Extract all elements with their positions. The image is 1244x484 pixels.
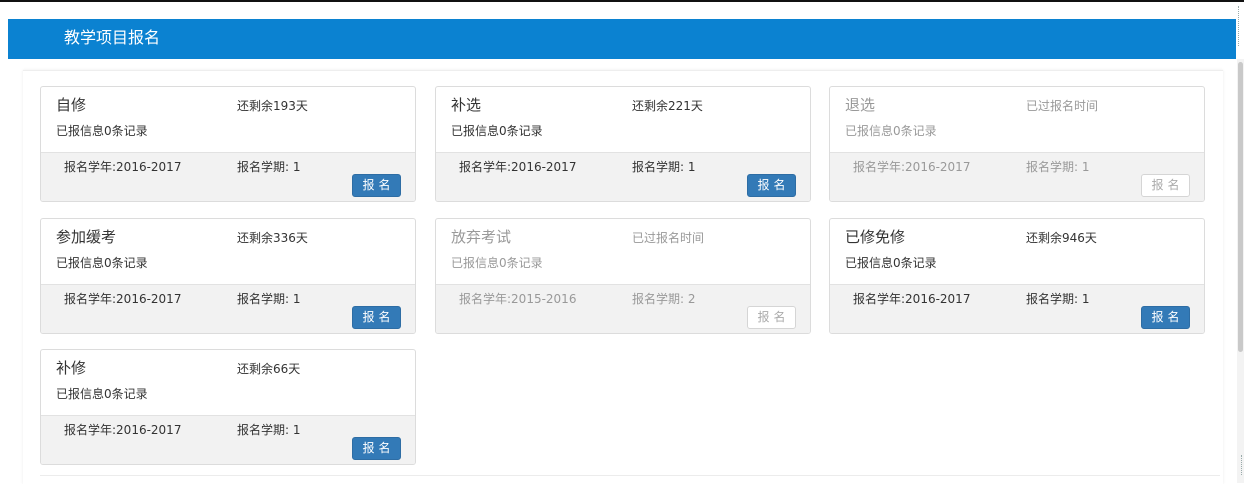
register-button[interactable]: 报名 <box>352 437 401 460</box>
top-rule <box>0 0 1244 2</box>
remaining-days: 还剩余221天 <box>632 99 703 113</box>
registration-info: 已报信息0条记录 <box>56 387 148 401</box>
card-footer: 报名学年:2015-2016 报名学期: 2 报名 <box>436 284 810 333</box>
registration-term: 报名学期: 2 <box>632 292 696 306</box>
window-edge <box>1238 6 1242 46</box>
registration-year: 报名学年:2016-2017 <box>853 292 971 306</box>
page-header: 教学项目报名 <box>8 19 1236 59</box>
registration-term: 报名学期: 1 <box>1026 292 1090 306</box>
registration-info: 已报信息0条记录 <box>451 124 543 138</box>
project-name: 补修 <box>56 359 87 377</box>
registration-term: 报名学期: 1 <box>237 423 301 437</box>
project-card-exemption: 已修免修 还剩余946天 已报信息0条记录 报名学年:2016-2017 报名学… <box>829 218 1205 334</box>
registration-term: 报名学期: 1 <box>237 292 301 306</box>
registration-term: 报名学期: 1 <box>1026 160 1090 174</box>
project-card-supplementary-selection: 补选 还剩余221天 已报信息0条记录 报名学年:2016-2017 报名学期:… <box>435 86 811 202</box>
registration-info: 已报信息0条记录 <box>56 256 148 270</box>
card-footer: 报名学年:2016-2017 报名学期: 1 报名 <box>436 152 810 201</box>
project-name: 放弃考试 <box>451 228 512 246</box>
register-button[interactable]: 报名 <box>1141 306 1190 329</box>
remaining-days: 还剩余946天 <box>1026 231 1097 245</box>
registration-term: 报名学期: 1 <box>632 160 696 174</box>
register-button-disabled: 报名 <box>747 306 796 329</box>
registration-year: 报名学年:2015-2016 <box>459 292 577 306</box>
registration-year: 报名学年:2016-2017 <box>459 160 577 174</box>
registration-info: 已报信息0条记录 <box>845 256 937 270</box>
registration-year: 报名学年:2016-2017 <box>64 292 182 306</box>
project-name: 已修免修 <box>845 228 906 246</box>
card-footer: 报名学年:2016-2017 报名学期: 1 报名 <box>830 284 1204 333</box>
project-card-abandon-exam: 放弃考试 已过报名时间 已报信息0条记录 报名学年:2015-2016 报名学期… <box>435 218 811 334</box>
scrollbar-thumb[interactable] <box>1238 62 1243 352</box>
registration-info: 已报信息0条记录 <box>451 256 543 270</box>
registration-info: 已报信息0条记录 <box>845 124 937 138</box>
register-button-disabled: 报名 <box>1141 174 1190 197</box>
card-footer: 报名学年:2016-2017 报名学期: 1 报名 <box>41 415 415 464</box>
registration-year: 报名学年:2016-2017 <box>64 160 182 174</box>
project-name: 补选 <box>451 96 482 114</box>
project-name: 退选 <box>845 96 876 114</box>
remaining-days: 还剩余193天 <box>237 99 308 113</box>
registration-term: 报名学期: 1 <box>237 160 301 174</box>
registration-year: 报名学年:2016-2017 <box>853 160 971 174</box>
card-footer: 报名学年:2016-2017 报名学期: 1 报名 <box>830 152 1204 201</box>
project-card-retake: 补修 还剩余66天 已报信息0条记录 报名学年:2016-2017 报名学期: … <box>40 349 416 465</box>
remaining-days: 还剩余66天 <box>237 362 301 376</box>
registration-year: 报名学年:2016-2017 <box>64 423 182 437</box>
register-button[interactable]: 报名 <box>747 174 796 197</box>
register-button[interactable]: 报名 <box>352 306 401 329</box>
project-card-self-study: 自修 还剩余193天 已报信息0条记录 报名学年:2016-2017 报名学期:… <box>40 86 416 202</box>
page-title: 教学项目报名 <box>64 28 161 47</box>
card-footer: 报名学年:2016-2017 报名学期: 1 报名 <box>41 152 415 201</box>
deadline-passed-label: 已过报名时间 <box>632 231 705 245</box>
card-footer: 报名学年:2016-2017 报名学期: 1 报名 <box>41 284 415 333</box>
project-name: 自修 <box>56 96 87 114</box>
deadline-passed-label: 已过报名时间 <box>1026 99 1099 113</box>
project-card-deferred-exam: 参加缓考 还剩余336天 已报信息0条记录 报名学年:2016-2017 报名学… <box>40 218 416 334</box>
register-button[interactable]: 报名 <box>352 174 401 197</box>
panel-divider <box>40 475 1220 476</box>
project-name: 参加缓考 <box>56 228 117 246</box>
remaining-days: 还剩余336天 <box>237 231 308 245</box>
registration-info: 已报信息0条记录 <box>56 124 148 138</box>
project-card-withdrawal: 退选 已过报名时间 已报信息0条记录 报名学年:2016-2017 报名学期: … <box>829 86 1205 202</box>
